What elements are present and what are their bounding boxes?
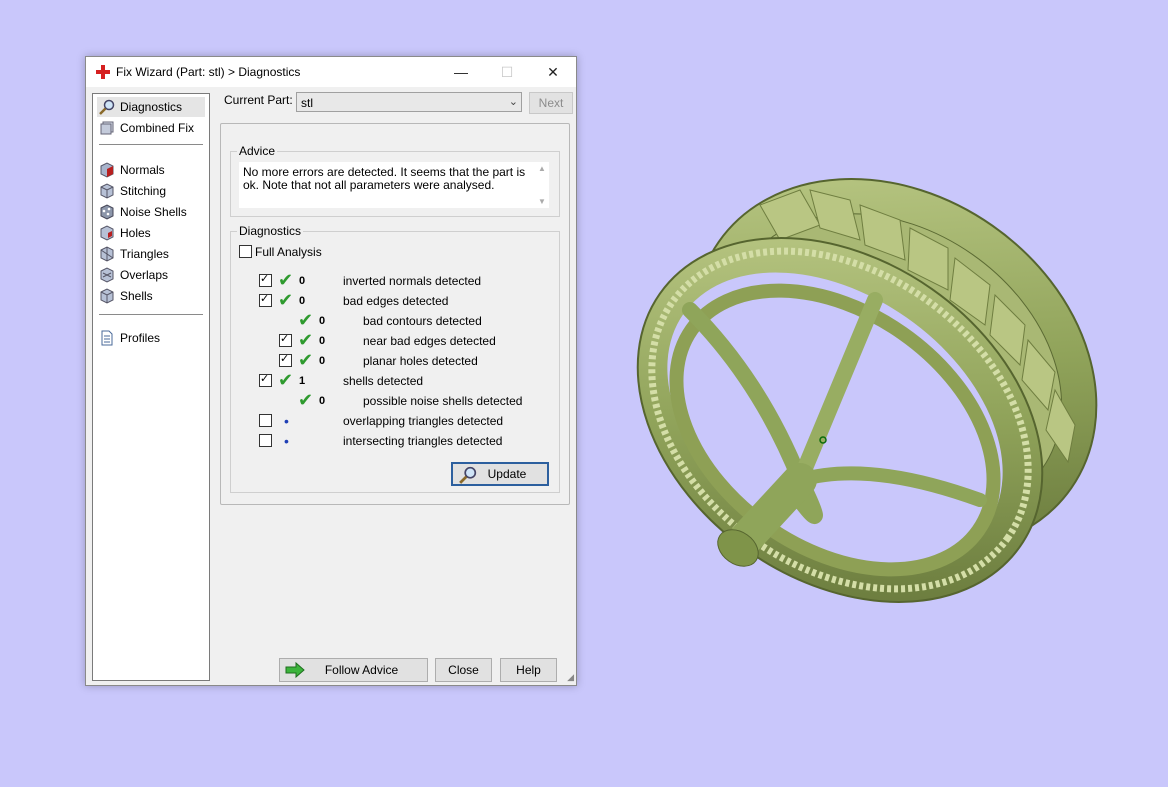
not-analysed-icon: • [284, 433, 289, 449]
sidebar-item-shells[interactable]: Shells [97, 286, 205, 306]
shells-count: 1 [299, 375, 306, 387]
sidebar-item-triangles[interactable]: Triangles [97, 244, 205, 264]
triangles-cube-icon [100, 246, 114, 262]
planar-holes-count: 0 [319, 355, 326, 367]
sidebar-item-label: Combined Fix [120, 121, 195, 135]
sidebar-item-stitching[interactable]: Stitching [97, 181, 205, 201]
near-bad-edges-label: near bad edges detected [363, 334, 496, 348]
advice-scrollbar[interactable]: ▲ ▼ [535, 162, 549, 208]
sidebar-item-label: Triangles [120, 247, 169, 261]
overlapping-triangles-checkbox[interactable] [259, 414, 272, 427]
noise-shells-count: 0 [319, 395, 326, 407]
bad-edges-label: bad edges detected [343, 294, 449, 308]
check-icon: ✔ [298, 390, 314, 410]
sidebar-item-label: Normals [120, 163, 165, 177]
close-button[interactable]: Close [435, 658, 492, 682]
resize-grip-icon[interactable]: ◢ [567, 672, 574, 683]
advice-title: Advice [237, 144, 278, 158]
fix-wizard-dialog: Fix Wizard (Part: stl) > Diagnostics — ☐… [85, 56, 577, 686]
window-title: Fix Wizard (Part: stl) > Diagnostics [116, 65, 301, 79]
full-analysis-checkbox[interactable] [239, 245, 252, 258]
advice-group: Advice No more errors are detected. It s… [230, 144, 560, 217]
check-icon: ✔ [278, 370, 294, 390]
sidebar-item-diagnostics[interactable]: Diagnostics [97, 97, 205, 117]
red-cross-icon [96, 65, 110, 79]
stitching-cube-icon [100, 183, 114, 199]
current-part-value: stl [301, 96, 313, 110]
intersecting-triangles-checkbox[interactable] [259, 434, 272, 447]
minimize-button[interactable]: — [438, 57, 484, 87]
overlapping-triangles-label: overlapping triangles detected [343, 414, 504, 428]
bad-contours-count: 0 [319, 315, 326, 327]
current-part-select[interactable]: stl ⌄ [296, 92, 522, 112]
sidebar-item-holes[interactable]: Holes [97, 223, 205, 243]
noise-shells-icon [100, 204, 114, 220]
bad-contours-label: bad contours detected [363, 314, 482, 328]
arrow-right-icon [285, 662, 305, 678]
close-window-button[interactable]: ✕ [530, 57, 576, 87]
normals-cube-icon [100, 162, 114, 178]
update-button[interactable]: Update [451, 462, 549, 486]
update-label: Update [487, 467, 527, 481]
sidebar-item-label: Noise Shells [120, 205, 187, 219]
sidebar-item-overlaps[interactable]: Overlaps [97, 265, 205, 285]
sidebar-item-label: Overlaps [120, 268, 169, 282]
sidebar-item-combined-fix[interactable]: Combined Fix [97, 118, 205, 138]
check-icon: ✔ [298, 330, 314, 350]
overlaps-cube-icon [100, 267, 114, 283]
check-icon: ✔ [278, 290, 294, 310]
sidebar-item-label: Shells [120, 289, 153, 303]
bad-edges-checkbox[interactable]: ✓ [259, 293, 272, 307]
check-icon: ✔ [278, 270, 294, 290]
follow-advice-button[interactable]: Follow Advice [279, 658, 428, 682]
advice-text: No more errors are detected. It seems th… [243, 165, 526, 192]
sidebar-item-label: Profiles [120, 331, 161, 345]
advice-box: No more errors are detected. It seems th… [239, 162, 549, 208]
diagnostics-title: Diagnostics [237, 224, 304, 238]
sidebar: Diagnostics Combined Fix Normals Stitchi… [92, 93, 210, 681]
help-button[interactable]: Help [500, 658, 557, 682]
sidebar-item-label: Diagnostics [120, 100, 183, 114]
current-part-label: Current Part: [224, 93, 293, 107]
sidebar-item-normals[interactable]: Normals [97, 160, 205, 180]
intersecting-triangles-label: intersecting triangles detected [343, 434, 503, 448]
document-icon [101, 330, 113, 346]
check-icon: ✔ [298, 350, 314, 370]
planar-holes-label: planar holes detected [363, 354, 478, 368]
shells-checkbox[interactable]: ✓ [259, 373, 272, 387]
inverted-normals-checkbox[interactable]: ✓ [259, 273, 272, 287]
noise-shells-label: possible noise shells detected [363, 394, 523, 408]
sidebar-divider [99, 314, 203, 315]
cube-stack-icon [100, 121, 114, 135]
not-analysed-icon: • [284, 413, 289, 429]
inverted-normals-count: 0 [299, 275, 306, 287]
near-bad-edges-count: 0 [319, 335, 326, 347]
near-bad-edges-checkbox[interactable]: ✓ [279, 333, 292, 347]
inverted-normals-label: inverted normals detected [343, 274, 482, 288]
holes-cube-icon [100, 225, 114, 241]
sidebar-item-noise-shells[interactable]: Noise Shells [97, 202, 205, 222]
scroll-down-icon[interactable]: ▼ [535, 197, 549, 206]
sidebar-item-label: Holes [120, 226, 151, 240]
sidebar-divider [99, 144, 203, 145]
next-button[interactable]: Next [529, 92, 573, 114]
scroll-up-icon[interactable]: ▲ [535, 164, 549, 173]
planar-holes-checkbox[interactable]: ✓ [279, 353, 292, 367]
follow-advice-label: Follow Advice [324, 663, 399, 677]
check-icon: ✔ [298, 310, 314, 330]
maximize-button[interactable]: ☐ [484, 57, 530, 87]
shells-label: shells detected [343, 374, 424, 388]
title-bar[interactable]: Fix Wizard (Part: stl) > Diagnostics — ☐… [86, 57, 576, 87]
chevron-down-icon: ⌄ [508, 96, 518, 108]
sidebar-item-profiles[interactable]: Profiles [97, 328, 205, 348]
magnifier-icon [459, 466, 477, 484]
full-analysis-label: Full Analysis [255, 245, 322, 259]
bad-edges-count: 0 [299, 295, 306, 307]
magnifier-icon [99, 99, 115, 115]
sidebar-item-label: Stitching [120, 184, 167, 198]
shells-cube-icon [100, 288, 114, 304]
